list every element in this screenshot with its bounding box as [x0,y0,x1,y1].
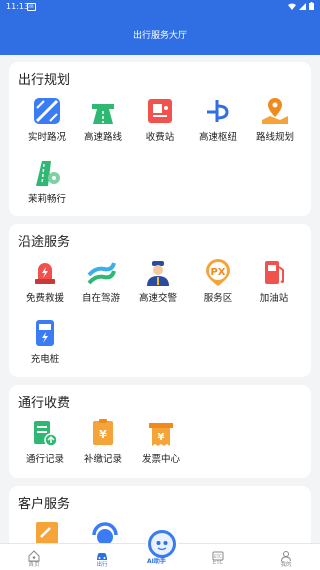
grid-item-label: 发票中心 [141,454,180,465]
traffic-map-icon [32,96,62,126]
hub-icon [203,96,233,126]
grid-item-toll-station[interactable]: 收费站 [130,96,190,143]
battery-icon [309,2,314,10]
grid-item-label: 补缴记录 [83,454,122,465]
signal-icon [299,2,306,10]
nav-travel[interactable]: 出行 [82,544,122,568]
police-icon [143,257,173,287]
gas-station-icon [259,257,289,287]
nav-profile[interactable]: 我的 [266,544,306,568]
status-icons [288,2,314,10]
grid-item-label: 高速路线 [83,132,122,143]
grid-item-label: 高速枢纽 [198,132,237,143]
grid-item-charging-pile[interactable]: 充电桩 [15,318,75,365]
section-travel-planning: 出行规划 实时路况 高速路线 收费站 高速枢纽 路线规划 茉莉畅行 [9,62,311,216]
nav-etc[interactable]: ETC ETC [198,544,238,566]
etc-icon: ETC [212,547,224,561]
nav-home[interactable]: 首页 [14,544,54,568]
grid-item-self-drive[interactable]: 自在驾游 [71,257,131,304]
page-header: 出行服务大厅 [0,14,320,55]
grid-item-label: 自在驾游 [81,293,120,304]
svg-text:¥: ¥ [158,432,165,443]
grid-item-label: 服务区 [203,293,233,304]
grid-item-route-planning[interactable]: 路线规划 [245,96,305,143]
invoice-icon: ¥ [146,418,176,448]
grid-item-repay-record[interactable]: ¥ 补缴记录 [73,418,133,465]
section-toll-payments: 通行收费 通行记录 ¥ 补缴记录 ¥ 发票中心 [9,385,311,478]
charging-pile-icon [30,318,60,348]
repay-record-icon: ¥ [88,418,118,448]
grid-item-service-area[interactable]: PX 服务区 [188,257,248,304]
grid-item-label: 充电桩 [30,354,60,365]
rescue-siren-icon [30,257,60,287]
grid-item-jasmine-travel[interactable]: 茉莉畅行 [17,158,77,205]
grid-item-invoice-center[interactable]: ¥ 发票中心 [131,418,191,465]
pass-record-icon [30,418,60,448]
car-icon [96,547,108,560]
notification-icon: ✉ [27,3,36,11]
jasmine-road-icon [32,158,62,188]
grid-item-label: 通行记录 [25,454,64,465]
grid-item-label: 免费救援 [25,293,64,304]
grid-item-highway-hub[interactable]: 高速枢纽 [188,96,248,143]
service-area-icon: PX [203,257,233,287]
profile-icon [280,547,292,562]
page-title: 出行服务大厅 [132,31,187,41]
section-title: 沿途服务 [18,235,71,250]
grid-item-realtime-traffic[interactable]: 实时路况 [17,96,77,143]
scenic-drive-icon [86,257,116,287]
svg-text:¥: ¥ [99,428,107,441]
section-title: 出行规划 [18,73,71,88]
highway-road-icon [88,96,118,126]
grid-item-label: 高速交警 [138,293,177,304]
grid-item-label: 实时路况 [27,132,66,143]
wifi-icon [288,3,296,10]
grid-item-label: 加油站 [259,293,289,304]
status-time: 11:13 [6,2,30,11]
ai-assistant-label: AI助手 [147,558,166,565]
grid-item-label: 收费站 [145,132,175,143]
section-title: 客户服务 [18,497,71,512]
svg-text:ETC: ETC [214,554,222,559]
section-en-route-services: 沿途服务 免费救援 自在驾游 高速交警 PX 服务区 加油站 充电桩 [9,224,311,377]
route-plan-icon [260,96,290,126]
ai-assistant-icon [151,533,173,555]
home-icon [28,547,40,562]
svg-text:PX: PX [210,267,225,278]
grid-item-free-rescue[interactable]: 免费救援 [15,257,75,304]
grid-item-highway-route[interactable]: 高速路线 [73,96,133,143]
toll-station-icon [145,96,175,126]
grid-item-label: 茉莉畅行 [27,194,66,205]
grid-item-highway-police[interactable]: 高速交警 [128,257,188,304]
grid-item-label: 路线规划 [255,132,294,143]
status-bar: 11:13 ✉ [0,0,320,14]
section-title: 通行收费 [18,396,71,411]
grid-item-gas-station[interactable]: 加油站 [244,257,304,304]
grid-item-pass-record[interactable]: 通行记录 [15,418,75,465]
